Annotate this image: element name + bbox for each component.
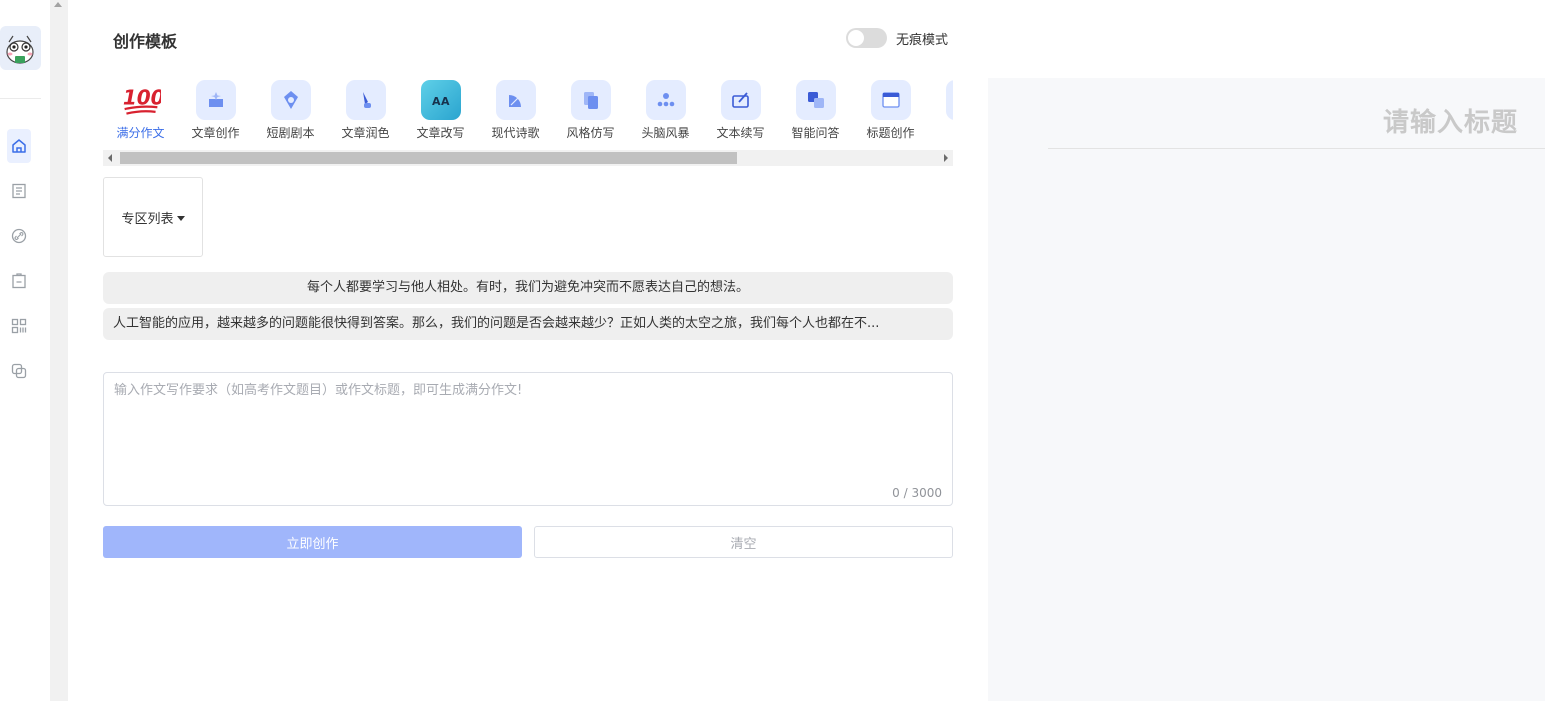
prompt-input-box: 0 / 3000 xyxy=(103,372,953,506)
preview-title-placeholder[interactable]: 请输入标题 xyxy=(1383,102,1518,139)
title-create-icon xyxy=(870,80,911,120)
clear-button[interactable]: 清空 xyxy=(534,526,953,558)
avatar[interactable] xyxy=(0,26,41,70)
left-sidebar xyxy=(0,0,50,701)
scroll-up-arrow-icon[interactable] xyxy=(54,2,62,7)
preview-divider xyxy=(1048,148,1545,149)
template-label: 文章创作 xyxy=(191,126,240,140)
template-item[interactable]: 文章 xyxy=(928,80,953,141)
create-button[interactable]: 立即创作 xyxy=(103,526,522,558)
article-icon xyxy=(945,80,953,120)
qa-icon xyxy=(795,80,836,120)
template-label: 头脑风暴 xyxy=(641,126,690,140)
template-horizontal-scrollbar[interactable] xyxy=(103,150,953,166)
template-item[interactable]: 文章润色 xyxy=(328,80,403,141)
template-item[interactable]: AA 文章改写 xyxy=(403,80,478,141)
nav-documents[interactable] xyxy=(7,174,31,208)
nav-home[interactable] xyxy=(7,129,31,163)
template-label: 文本续写 xyxy=(716,126,765,140)
template-item[interactable]: 短剧剧本 xyxy=(253,80,328,141)
poem-fan-icon xyxy=(495,80,536,120)
template-item[interactable]: 100 满分作文 xyxy=(103,80,178,141)
template-item[interactable]: 文章创作 xyxy=(178,80,253,141)
scroll-right-arrow-icon[interactable] xyxy=(944,154,948,162)
template-label: 风格仿写 xyxy=(566,126,615,140)
vertical-scrollbar[interactable] xyxy=(50,0,68,701)
home-icon xyxy=(12,139,26,153)
sample-prompt[interactable]: 每个人都要学习与他人相处。有时，我们为避免冲突而不愿表达自己的想法。 xyxy=(103,272,953,304)
svg-text:A: A xyxy=(432,95,441,108)
template-label: 标题创作 xyxy=(866,126,915,140)
polish-brush-icon xyxy=(345,80,386,120)
nav-clipboard[interactable] xyxy=(7,264,31,298)
style-imitate-icon xyxy=(570,80,611,120)
template-label: 短剧剧本 xyxy=(266,126,315,140)
template-label: 满分作文 xyxy=(116,126,165,140)
template-panel: 创作模板 无痕模式 100 满分作文 文章创作 短剧剧本 文章润色 A A 文章… xyxy=(68,0,988,701)
preview-panel: 请输入标题 xyxy=(988,78,1545,701)
page-title: 创作模板 xyxy=(113,32,178,51)
zone-list-dropdown[interactable]: 专区列表 xyxy=(103,177,203,257)
template-item[interactable]: 风格仿写 xyxy=(553,80,628,141)
apps-grid-icon xyxy=(11,318,27,334)
zone-list-label: 专区列表 xyxy=(121,211,174,227)
score-100-icon: 100 xyxy=(121,80,161,120)
template-item[interactable]: 智能问答 xyxy=(778,80,853,141)
template-label: 文章润色 xyxy=(341,126,390,140)
article-create-icon xyxy=(195,80,236,120)
nav-links[interactable] xyxy=(7,219,31,253)
char-counter: 0 / 3000 xyxy=(892,486,942,500)
prompt-input[interactable] xyxy=(104,373,952,505)
template-label: 现代诗歌 xyxy=(491,126,540,140)
template-item[interactable]: 标题创作 xyxy=(853,80,928,141)
incognito-mode: 无痕模式 xyxy=(846,28,948,48)
script-icon xyxy=(270,80,311,120)
incognito-label: 无痕模式 xyxy=(896,32,949,48)
copy-overlap-icon xyxy=(11,363,27,379)
link-icon xyxy=(11,228,27,244)
nav-apps[interactable] xyxy=(7,309,31,343)
nav-copy[interactable] xyxy=(7,354,31,388)
template-label: 文章改写 xyxy=(416,126,465,140)
caret-down-icon xyxy=(176,215,185,221)
incognito-toggle[interactable] xyxy=(846,28,887,48)
svg-text:A: A xyxy=(441,95,450,108)
brainstorm-icon xyxy=(645,80,686,120)
rail-divider xyxy=(0,98,41,99)
continue-write-icon xyxy=(720,80,761,120)
clipboard-icon xyxy=(12,273,26,289)
template-item[interactable]: 头脑风暴 xyxy=(628,80,703,141)
document-list-icon xyxy=(12,183,26,199)
template-item[interactable]: 文本续写 xyxy=(703,80,778,141)
scroll-thumb[interactable] xyxy=(120,152,737,164)
mascot-avatar-icon xyxy=(6,35,34,64)
sample-prompt[interactable]: 人工智能的应用，越来越多的问题能很快得到答案。那么，我们的问题是否会越来越少？正… xyxy=(103,308,953,340)
rewrite-translate-icon: AA xyxy=(420,80,461,120)
template-item[interactable]: 现代诗歌 xyxy=(478,80,553,141)
template-label: 智能问答 xyxy=(791,126,840,140)
template-strip: 100 满分作文 文章创作 短剧剧本 文章润色 A A 文章改写 现代诗歌 风格… xyxy=(103,80,953,144)
scroll-left-arrow-icon[interactable] xyxy=(108,154,112,162)
